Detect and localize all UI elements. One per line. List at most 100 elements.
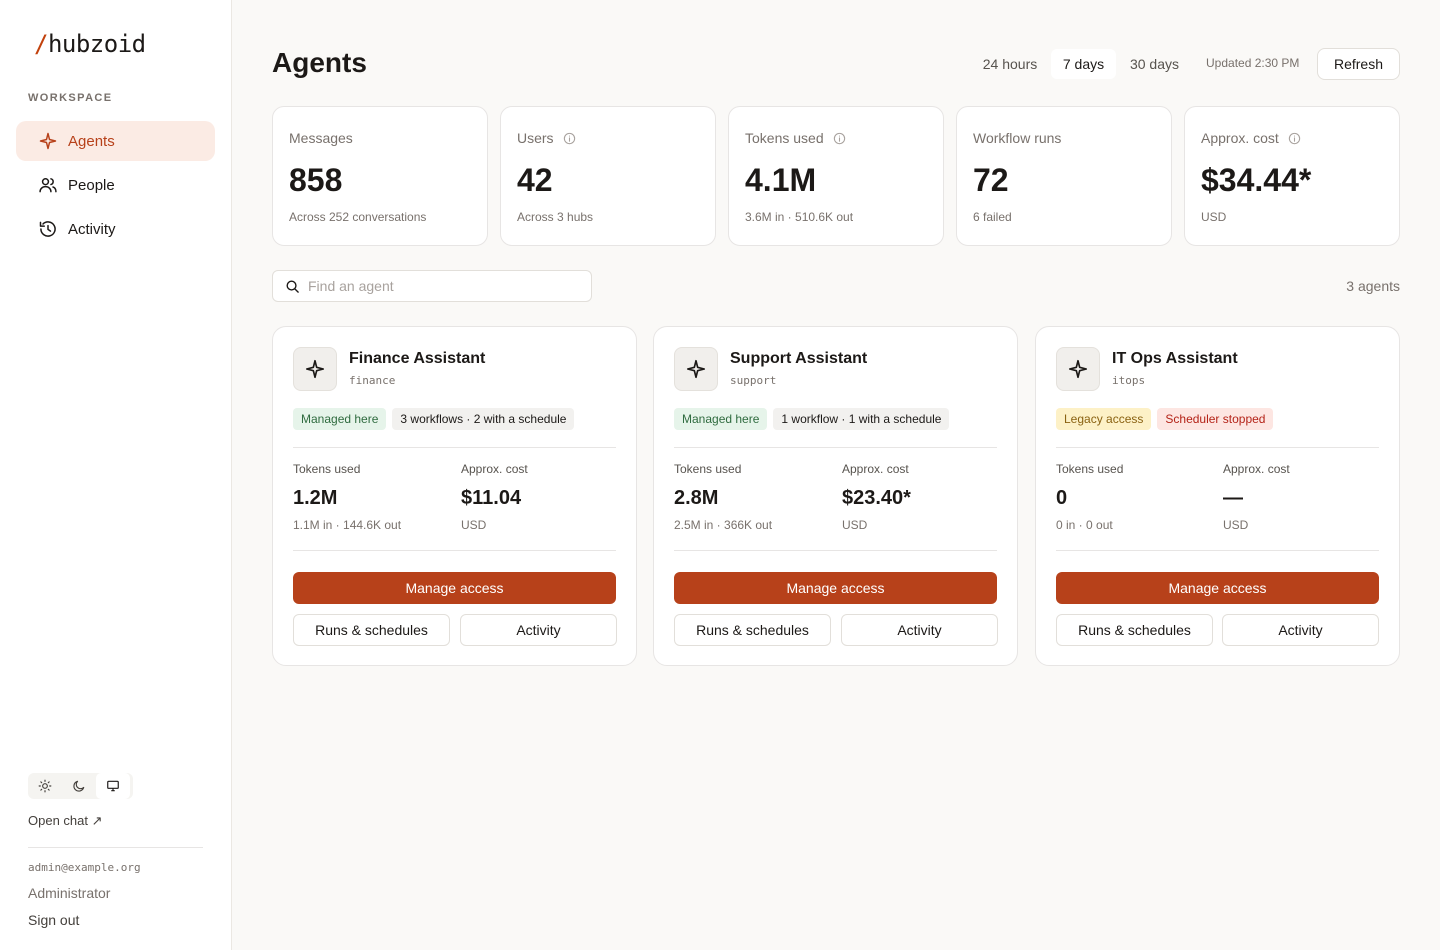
sidebar-item-label: People [68, 176, 115, 194]
sidebar-item-activity[interactable]: Activity [16, 209, 215, 249]
metric-value: 0 [1056, 487, 1068, 509]
scheduler-badge: Scheduler stopped [1157, 408, 1274, 430]
manage-access-button[interactable]: Manage access [1056, 572, 1379, 604]
users-icon [39, 178, 57, 193]
stat-card-cost: Approx. cost $34.44* USD [1184, 106, 1400, 246]
metric-subtext: USD [1223, 518, 1249, 532]
metric-subtext: 1.1M in · 144.6K out [293, 518, 402, 532]
stat-label-text: Approx. cost [1201, 130, 1279, 146]
stat-subtext: Across 252 conversations [289, 210, 427, 224]
metric-label: Approx. cost [1223, 462, 1290, 476]
brand-name: hubzoid [47, 30, 146, 58]
runs-schedules-button[interactable]: Runs & schedules [674, 614, 831, 646]
tokens-metric: Tokens used 2.8M 2.5M in · 366K out [674, 462, 772, 532]
refresh-button[interactable]: Refresh [1317, 48, 1400, 80]
agent-name: IT Ops Assistant [1112, 350, 1238, 367]
user-role: Administrator [28, 885, 111, 901]
agent-avatar [1056, 347, 1100, 391]
tokens-metric: Tokens used 0 0 in · 0 out [1056, 462, 1123, 532]
sidebar-item-label: Activity [68, 220, 116, 238]
runs-schedules-button[interactable]: Runs & schedules [1056, 614, 1213, 646]
metric-label: Tokens used [1056, 462, 1124, 476]
range-7-days[interactable]: 7 days [1051, 49, 1116, 79]
open-chat-link[interactable]: Open chat ↗ [28, 813, 103, 829]
stat-value: $34.44* [1201, 162, 1312, 198]
monitor-icon [107, 780, 119, 792]
sidebar-item-agents[interactable]: Agents [16, 121, 215, 161]
stat-value: 42 [517, 162, 553, 198]
sidebar-item-label: Agents [68, 132, 115, 150]
sidebar-item-people[interactable]: People [16, 165, 215, 205]
metric-label: Approx. cost [842, 462, 909, 476]
card-divider [293, 447, 616, 448]
agent-avatar [293, 347, 337, 391]
search-icon [286, 280, 299, 293]
agent-card-finance: Finance Assistant finance Managed here 3… [272, 326, 637, 666]
stat-card-users: Users 42 Across 3 hubs [500, 106, 716, 246]
info-icon[interactable] [1288, 132, 1301, 145]
theme-dark-button[interactable] [62, 773, 96, 799]
status-badge: Managed here [674, 408, 768, 430]
range-24-hours[interactable]: 24 hours [972, 49, 1048, 79]
stat-label-text: Messages [289, 130, 353, 146]
sparkle-icon [305, 359, 325, 379]
metric-value: 1.2M [293, 487, 338, 509]
runs-schedules-button[interactable]: Runs & schedules [293, 614, 450, 646]
user-email: admin@example.org [28, 861, 141, 874]
updated-timestamp: Updated 2:30 PM [1206, 56, 1300, 70]
brand-slash: / [34, 30, 48, 58]
card-divider [1056, 447, 1379, 448]
agent-avatar [674, 347, 718, 391]
status-badge: Legacy access [1056, 408, 1152, 430]
theme-light-button[interactable] [28, 773, 62, 799]
brand-logo[interactable]: /hubzoid [34, 30, 146, 58]
manage-access-button[interactable]: Manage access [674, 572, 997, 604]
metric-subtext: USD [842, 518, 868, 532]
metric-subtext: 0 in · 0 out [1056, 518, 1113, 532]
activity-button[interactable]: Activity [1222, 614, 1379, 646]
stat-value: 4.1M [745, 162, 817, 198]
status-badge: Managed here [293, 408, 387, 430]
agent-card-itops: IT Ops Assistant itops Legacy access Sch… [1035, 326, 1400, 666]
workflow-badge: 1 workflow · 1 with a schedule [773, 408, 950, 430]
cost-metric: Approx. cost — USD [1223, 462, 1290, 532]
stat-card-workflow-runs: Workflow runs 72 6 failed [956, 106, 1172, 246]
info-icon[interactable] [833, 132, 846, 145]
stat-label: Messages [289, 129, 471, 147]
metric-subtext: 2.5M in · 366K out [674, 518, 773, 532]
cost-metric: Approx. cost $23.40* USD [842, 462, 911, 532]
agent-name: Support Assistant [730, 350, 868, 367]
theme-system-button[interactable] [96, 773, 130, 799]
stat-card-tokens: Tokens used 4.1M 3.6M in · 510.6K out [728, 106, 944, 246]
card-divider [1056, 550, 1379, 551]
agent-slug: finance [349, 374, 396, 387]
card-divider [674, 550, 997, 551]
sparkle-icon [1068, 359, 1088, 379]
metric-subtext: USD [461, 518, 487, 532]
info-icon[interactable] [563, 132, 576, 145]
metric-label: Tokens used [293, 462, 361, 476]
stat-subtext: Across 3 hubs [517, 210, 594, 224]
stat-label: Tokens used [745, 129, 927, 147]
search-input[interactable] [308, 278, 578, 294]
manage-access-button[interactable]: Manage access [293, 572, 616, 604]
agent-badges: Managed here 3 workflows · 2 with a sche… [293, 408, 575, 430]
activity-button[interactable]: Activity [841, 614, 998, 646]
card-divider [674, 447, 997, 448]
metric-value: $23.40* [842, 487, 911, 509]
stat-label-text: Workflow runs [973, 130, 1062, 146]
sidebar-nav: Agents People Activity [16, 121, 215, 253]
stat-subtext: USD [1201, 210, 1227, 224]
range-30-days[interactable]: 30 days [1119, 49, 1190, 79]
agent-badges: Managed here 1 workflow · 1 with a sched… [674, 408, 950, 430]
workspace-label: WORKSPACE [28, 92, 113, 104]
agent-count: 3 agents [1346, 278, 1400, 294]
metric-value: 2.8M [674, 487, 719, 509]
agent-name: Finance Assistant [349, 350, 486, 367]
history-icon [39, 221, 56, 237]
sidebar-divider [28, 847, 203, 848]
sign-out-link[interactable]: Sign out [28, 912, 79, 928]
agent-badges: Legacy access Scheduler stopped [1056, 408, 1274, 430]
stat-value: 858 [289, 162, 343, 198]
activity-button[interactable]: Activity [460, 614, 617, 646]
